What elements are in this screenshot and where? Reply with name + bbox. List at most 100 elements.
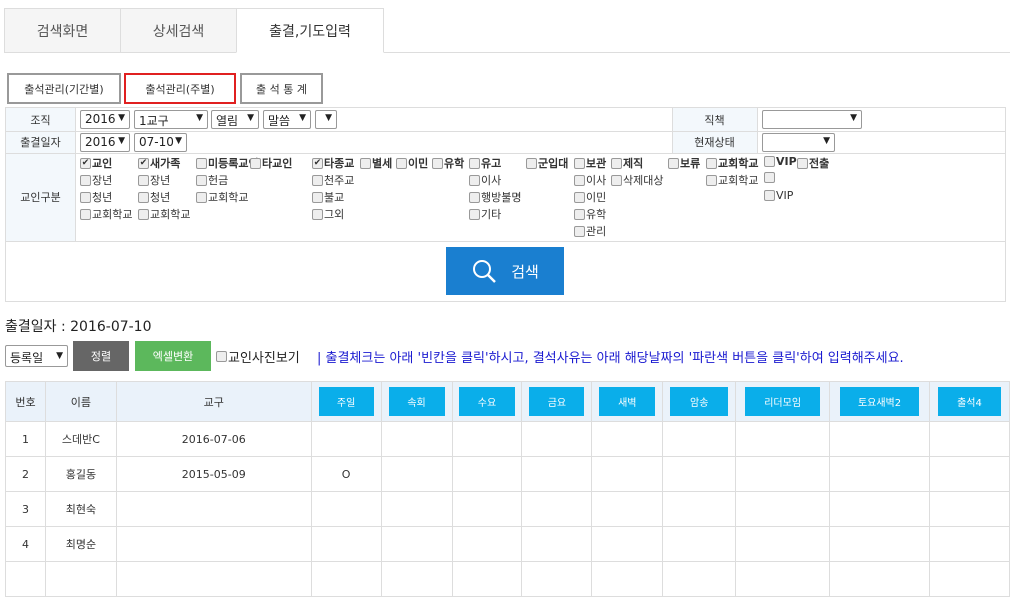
attendance-cell[interactable] bbox=[521, 526, 593, 562]
org-district-select[interactable]: 1교구 ▼ bbox=[134, 110, 208, 129]
member-type-checkbox[interactable]: 교회학교 bbox=[706, 172, 758, 188]
day-button[interactable]: 새벽 bbox=[599, 387, 656, 416]
org-extra-select[interactable]: ▼ bbox=[315, 110, 337, 129]
attendance-cell[interactable] bbox=[735, 421, 831, 457]
member-type-checkbox[interactable]: 유학 bbox=[432, 155, 464, 171]
day-button[interactable]: 토요새벽2 bbox=[839, 387, 920, 416]
subtab-weekly[interactable]: 출석관리(주별) bbox=[124, 73, 236, 104]
member-type-checkbox[interactable]: 교회학교 bbox=[138, 206, 190, 222]
attendance-cell[interactable] bbox=[591, 491, 664, 527]
attendance-cell[interactable] bbox=[662, 561, 737, 597]
attendance-cell[interactable] bbox=[380, 526, 453, 562]
member-type-checkbox[interactable]: 이사 bbox=[469, 172, 501, 188]
sort-button[interactable]: 정렬 bbox=[73, 341, 129, 371]
day-button[interactable]: 리더모임 bbox=[745, 387, 820, 416]
member-type-checkbox[interactable]: VIP bbox=[764, 189, 793, 202]
member-type-checkbox[interactable]: 유고 bbox=[469, 155, 501, 171]
day-button[interactable]: 금요 bbox=[529, 387, 585, 416]
org-group-select[interactable]: 열림 ▼ bbox=[211, 110, 259, 129]
attendance-cell[interactable] bbox=[829, 421, 930, 457]
attendance-cell[interactable] bbox=[662, 526, 737, 562]
attendance-cell[interactable] bbox=[928, 421, 1011, 457]
member-type-checkbox[interactable]: 불교 bbox=[312, 189, 344, 205]
member-type-checkbox[interactable]: 기타 bbox=[469, 206, 501, 222]
attendance-cell[interactable] bbox=[591, 456, 664, 492]
member-type-checkbox[interactable]: ✔ 새가족 bbox=[138, 155, 180, 171]
attendance-cell[interactable] bbox=[829, 561, 930, 597]
attendance-cell[interactable] bbox=[662, 421, 737, 457]
attendance-cell[interactable] bbox=[380, 421, 453, 457]
attendance-cell[interactable] bbox=[829, 456, 930, 492]
member-type-checkbox[interactable]: 보관 bbox=[574, 155, 606, 171]
day-button[interactable]: 수요 bbox=[459, 387, 515, 416]
attendance-cell[interactable] bbox=[928, 456, 1011, 492]
attendance-cell[interactable] bbox=[521, 491, 593, 527]
attendance-cell[interactable] bbox=[310, 561, 382, 597]
attendance-cell[interactable] bbox=[928, 491, 1011, 527]
attendance-cell[interactable] bbox=[310, 421, 382, 457]
tab-detail-search[interactable]: 상세검색 bbox=[120, 8, 237, 53]
member-type-checkbox[interactable]: 행방불명 bbox=[469, 189, 521, 205]
member-type-checkbox[interactable]: 장년 bbox=[138, 172, 170, 188]
tab-attendance-input[interactable]: 출결,기도입력 bbox=[236, 8, 384, 53]
attendance-cell[interactable] bbox=[735, 456, 831, 492]
member-type-checkbox[interactable]: 교회학교 bbox=[80, 206, 132, 222]
member-type-checkbox[interactable]: 청년 bbox=[138, 189, 170, 205]
member-type-checkbox[interactable]: 그외 bbox=[312, 206, 344, 222]
attendance-cell[interactable] bbox=[591, 526, 664, 562]
member-type-checkbox[interactable]: 교회학교 bbox=[706, 155, 758, 171]
search-button[interactable]: 검색 bbox=[446, 247, 564, 295]
attendance-cell[interactable]: O bbox=[310, 456, 382, 492]
status-select[interactable]: ▼ bbox=[762, 133, 835, 152]
photo-checkbox[interactable]: 교인사진보기 bbox=[216, 347, 300, 366]
day-button[interactable]: 출석4 bbox=[937, 387, 1002, 416]
attendance-cell[interactable] bbox=[928, 526, 1011, 562]
attendance-cell[interactable] bbox=[521, 456, 593, 492]
member-type-checkbox[interactable]: VIP bbox=[764, 155, 797, 168]
subtab-period[interactable]: 출석관리(기간별) bbox=[7, 73, 121, 104]
subtab-stats[interactable]: 출 석 통 계 bbox=[240, 73, 323, 104]
attendance-cell[interactable] bbox=[310, 526, 382, 562]
attendance-cell[interactable] bbox=[451, 561, 523, 597]
day-button[interactable]: 암송 bbox=[670, 387, 728, 416]
member-type-checkbox[interactable]: 이민 bbox=[574, 189, 606, 205]
attendance-cell[interactable] bbox=[829, 526, 930, 562]
attendance-cell[interactable] bbox=[662, 491, 737, 527]
member-type-checkbox[interactable]: 청년 bbox=[80, 189, 112, 205]
member-type-checkbox[interactable]: ✔ 타종교 bbox=[312, 155, 354, 171]
member-type-checkbox[interactable]: 이사 bbox=[574, 172, 606, 188]
date-year-select[interactable]: 2016 ▼ bbox=[80, 133, 130, 152]
attendance-cell[interactable] bbox=[591, 561, 664, 597]
member-type-checkbox[interactable]: 천주교 bbox=[312, 172, 354, 188]
attendance-cell[interactable] bbox=[380, 491, 453, 527]
attendance-cell[interactable] bbox=[928, 561, 1011, 597]
member-type-checkbox[interactable]: 군입대 bbox=[526, 155, 568, 171]
member-type-checkbox[interactable]: 삭제대상 bbox=[611, 172, 663, 188]
attendance-cell[interactable] bbox=[451, 491, 523, 527]
attendance-cell[interactable] bbox=[451, 526, 523, 562]
day-button[interactable]: 속회 bbox=[388, 387, 445, 416]
attendance-cell[interactable] bbox=[310, 491, 382, 527]
member-type-checkbox[interactable]: 이민 bbox=[396, 155, 428, 171]
attendance-cell[interactable] bbox=[521, 421, 593, 457]
attendance-cell[interactable] bbox=[591, 421, 664, 457]
sort-select[interactable]: 등록일 ▼ bbox=[5, 345, 68, 367]
member-type-checkbox[interactable]: ✔ 교인 bbox=[80, 155, 112, 171]
member-type-checkbox[interactable] bbox=[764, 172, 776, 183]
position-select[interactable]: ▼ bbox=[762, 110, 862, 129]
member-type-checkbox[interactable]: 장년 bbox=[80, 172, 112, 188]
org-sub-select[interactable]: 말씀 ▼ bbox=[263, 110, 311, 129]
tab-search[interactable]: 검색화면 bbox=[4, 8, 121, 53]
date-md-select[interactable]: 07-10 ▼ bbox=[134, 133, 187, 152]
attendance-cell[interactable] bbox=[735, 491, 831, 527]
attendance-cell[interactable] bbox=[380, 456, 453, 492]
attendance-cell[interactable] bbox=[521, 561, 593, 597]
attendance-cell[interactable] bbox=[735, 561, 831, 597]
day-button[interactable]: 주일 bbox=[318, 387, 374, 416]
member-type-checkbox[interactable]: 제직 bbox=[611, 155, 643, 171]
attendance-cell[interactable] bbox=[380, 561, 453, 597]
attendance-cell[interactable] bbox=[829, 491, 930, 527]
excel-button[interactable]: 엑셀변환 bbox=[135, 341, 211, 371]
member-type-checkbox[interactable]: 보류 bbox=[668, 155, 700, 171]
attendance-cell[interactable] bbox=[662, 456, 737, 492]
